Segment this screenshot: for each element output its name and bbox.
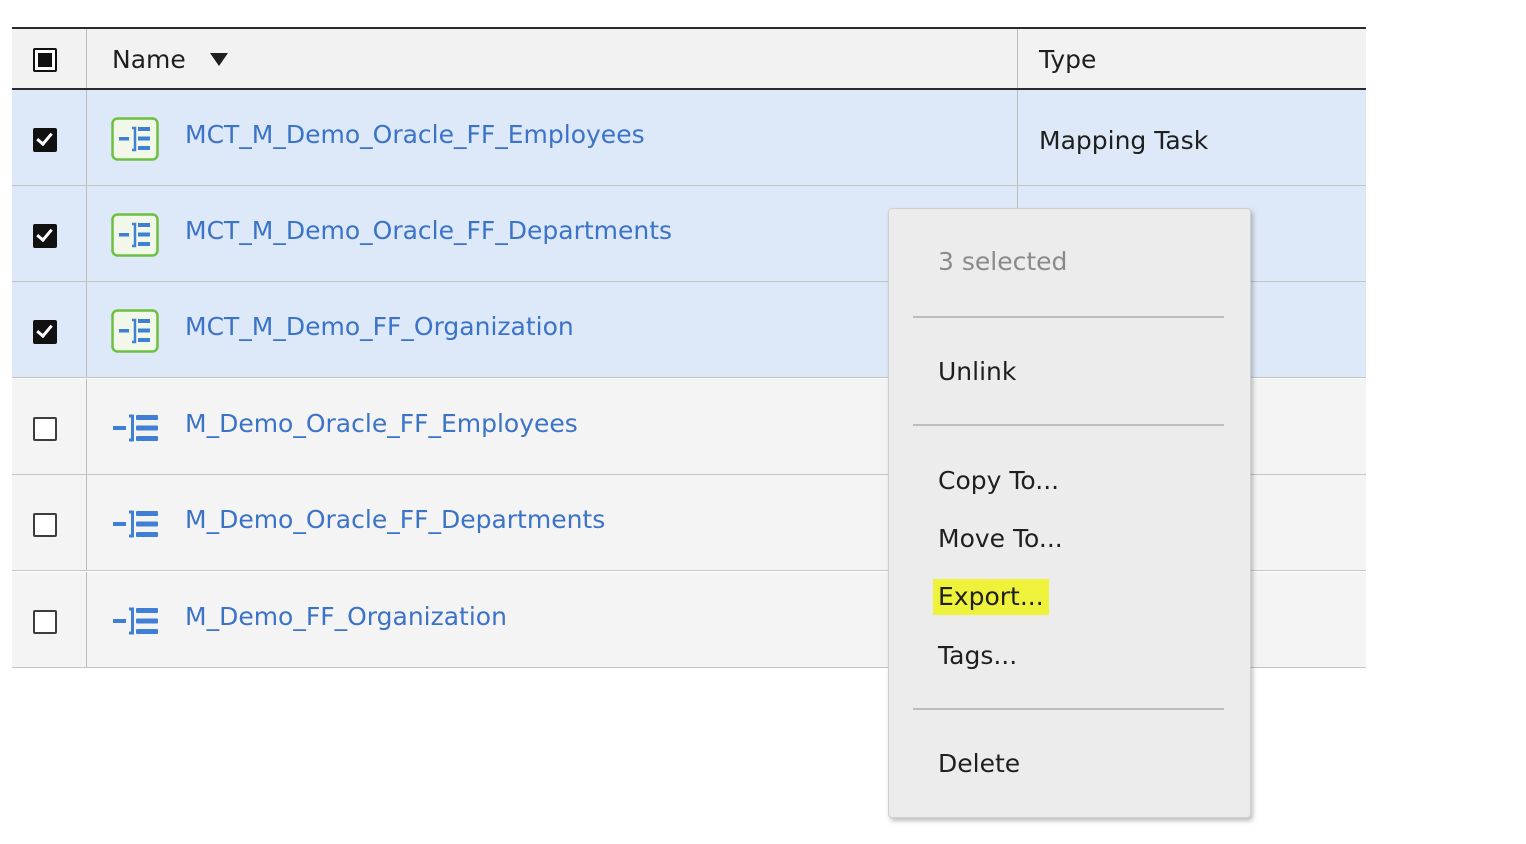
row-checkbox[interactable] — [33, 417, 57, 441]
menu-divider — [913, 316, 1224, 318]
mapping-icon — [113, 607, 158, 635]
menu-item-copy-to[interactable]: Copy To... — [933, 463, 1064, 499]
context-menu: 3 selected Unlink Copy To... Move To... … — [888, 208, 1251, 818]
asset-link[interactable]: MCT_M_Demo_Oracle_FF_Employees — [185, 120, 645, 149]
mapping-icon — [113, 510, 158, 538]
menu-divider — [913, 424, 1224, 426]
menu-item-unlink[interactable]: Unlink — [933, 354, 1021, 390]
row-checkbox[interactable] — [33, 320, 57, 344]
row-checkbox[interactable] — [33, 128, 57, 152]
type-column-label: Type — [1039, 45, 1097, 74]
select-all-checkbox[interactable] — [33, 48, 57, 72]
mapping-task-icon — [111, 213, 159, 257]
menu-item-export[interactable]: Export... — [933, 579, 1049, 615]
name-column-label: Name — [112, 45, 186, 74]
row-checkbox[interactable] — [33, 513, 57, 537]
asset-link[interactable]: MCT_M_Demo_Oracle_FF_Departments — [185, 216, 672, 245]
menu-divider — [913, 708, 1224, 710]
menu-item-delete[interactable]: Delete — [933, 746, 1025, 782]
menu-item-move-to[interactable]: Move To... — [933, 521, 1068, 557]
asset-link[interactable]: M_Demo_Oracle_FF_Departments — [185, 505, 605, 534]
asset-link[interactable]: MCT_M_Demo_FF_Organization — [185, 312, 574, 341]
asset-link[interactable]: M_Demo_FF_Organization — [185, 602, 507, 631]
mapping-task-icon — [111, 309, 159, 353]
selection-count: 3 selected — [938, 247, 1068, 276]
asset-browser: Name Type MCT_M_Demo_Oracle_FF_Employees — [0, 0, 1526, 844]
table-row[interactable]: MCT_M_Demo_Oracle_FF_Employees Mapping T… — [12, 90, 1366, 186]
mapping-task-icon — [111, 117, 159, 161]
row-checkbox[interactable] — [33, 610, 57, 634]
table-header: Name Type — [12, 29, 1366, 90]
type-column-header[interactable]: Type — [1019, 29, 1366, 88]
row-checkbox[interactable] — [33, 224, 57, 248]
sort-descending-icon[interactable] — [210, 53, 228, 66]
menu-item-tags[interactable]: Tags... — [933, 638, 1022, 674]
asset-link[interactable]: M_Demo_Oracle_FF_Employees — [185, 409, 578, 438]
name-column-header[interactable]: Name — [87, 29, 1018, 88]
mapping-icon — [113, 414, 158, 442]
asset-type: Mapping Task — [1039, 126, 1209, 155]
